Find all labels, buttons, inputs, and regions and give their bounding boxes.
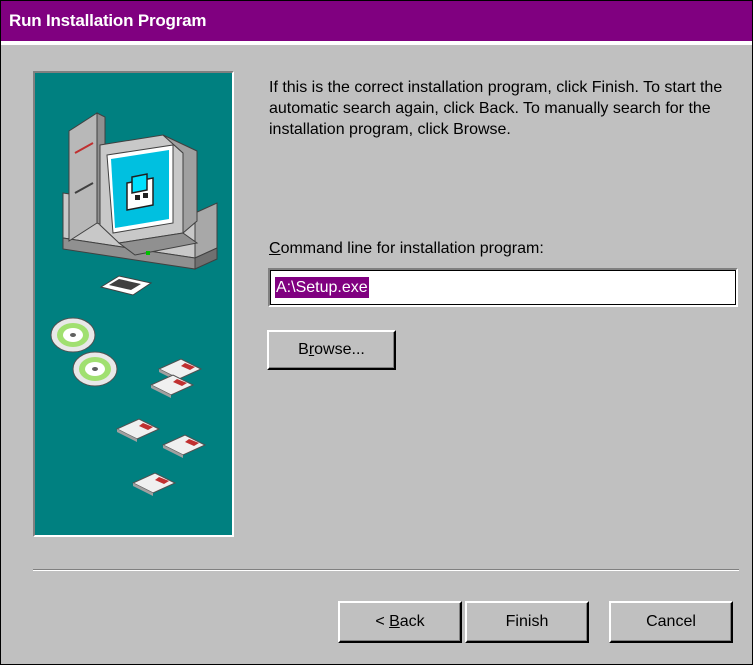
run-installation-dialog: Run Installation Program If this is the …	[0, 0, 753, 665]
dialog-title: Run Installation Program	[1, 1, 752, 41]
finish-button[interactable]: Finish	[465, 601, 589, 643]
back-button-accel: B	[389, 613, 400, 630]
browse-button[interactable]: Br owse...	[267, 330, 396, 370]
wizard-illustration	[33, 71, 234, 537]
install-artwork	[50, 112, 218, 496]
command-line-label: Command line for installation program:	[269, 239, 544, 259]
command-line-input[interactable]: A:\Setup.exe	[268, 268, 738, 307]
back-button[interactable]: < Back	[338, 601, 462, 643]
instruction-text: If this is the correct installation prog…	[269, 79, 723, 138]
browse-button-prefix: B	[298, 341, 309, 358]
button-separator	[33, 569, 739, 571]
command-line-value: A:\Setup.exe	[275, 277, 369, 298]
computer-icon	[62, 112, 218, 296]
back-button-prefix: <	[375, 613, 390, 630]
browse-button-rest: owse...	[314, 341, 365, 358]
cancel-button[interactable]: Cancel	[609, 601, 733, 643]
floppy-disk-icon	[115, 358, 207, 496]
command-line-label-accel: C	[269, 240, 281, 257]
back-button-rest: ack	[399, 613, 425, 630]
cd-disc-icon	[50, 317, 118, 387]
dialog-body: If this is the correct installation prog…	[1, 45, 752, 664]
command-line-label-text: ommand line for installation program:	[280, 240, 544, 257]
